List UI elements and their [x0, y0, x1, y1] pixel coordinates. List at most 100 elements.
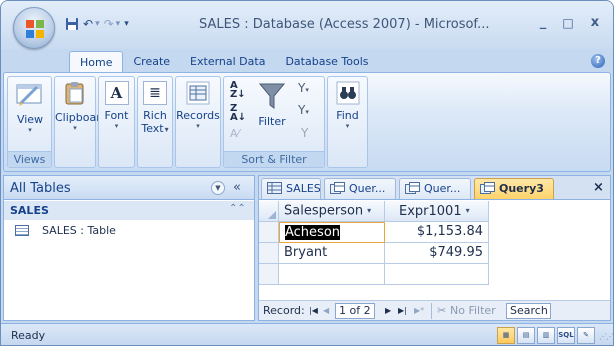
record-label: Record:: [263, 304, 305, 317]
shutter-bar-close-icon[interactable]: «: [233, 180, 241, 195]
chevron-down-icon: ▾: [345, 122, 350, 130]
views-group: View ▾ Views: [7, 76, 52, 168]
toggle-filter-icon[interactable]: Y: [301, 126, 308, 140]
records-label: Records: [176, 109, 220, 122]
clipboard-icon: [65, 82, 84, 105]
cell-expr1001[interactable]: $1,153.84: [385, 222, 489, 243]
column-header-label: Salesperson: [284, 203, 364, 219]
font-button[interactable]: A Font ▾: [99, 81, 134, 131]
sort-filter-group: A Z↓ Z A↓ A⁄ Filter Y▾ Y▾ Y Sort & Filter: [223, 76, 325, 168]
doc-tab-sales[interactable]: SALES: [261, 178, 321, 199]
doc-tab-query2[interactable]: Quer...: [399, 178, 471, 199]
ribbon: View ▾ Views Clipboard ▾ A Font ▾ ≣ Rich…: [3, 72, 611, 172]
filter-button[interactable]: Filter: [250, 81, 294, 128]
doc-tab-label: SALES: [286, 182, 321, 195]
close-document-icon[interactable]: ×: [593, 180, 604, 195]
chevron-down-icon: ▾: [28, 126, 32, 134]
cell-salesperson[interactable]: Acheson: [279, 222, 385, 243]
selection-filter-icon[interactable]: Y▾: [298, 81, 309, 95]
separator: [431, 303, 432, 319]
help-icon[interactable]: ?: [591, 54, 605, 68]
font-label: Font: [104, 109, 129, 122]
current-record-field[interactable]: 1 of 2: [335, 303, 375, 319]
resize-grip-icon[interactable]: ⋰⋰: [599, 332, 613, 341]
filter-icon: [258, 83, 286, 109]
office-button[interactable]: [13, 7, 55, 49]
advanced-filter-icon[interactable]: Y▾: [298, 103, 309, 117]
rich-text-label-2: Text: [141, 122, 164, 135]
next-record-icon[interactable]: ▶: [385, 306, 391, 315]
undo-icon[interactable]: ↶: [83, 15, 93, 33]
binoculars-icon: [336, 81, 359, 105]
collapse-icon[interactable]: ⌃⌃: [229, 203, 246, 214]
close-button[interactable]: x: [586, 15, 604, 31]
row-selector[interactable]: [259, 222, 279, 243]
cell-new-record[interactable]: [279, 264, 385, 285]
tab-home[interactable]: Home: [69, 51, 124, 73]
document-area: SALES Quer... Quer... Query3 × Salespers…: [258, 175, 611, 321]
filter-label: Filter: [258, 115, 286, 128]
view-label: View: [16, 113, 44, 126]
sort-ascending-icon[interactable]: A Z↓: [230, 81, 246, 100]
doc-tab-query3[interactable]: Query3: [474, 178, 554, 199]
doc-tab-label: Query3: [499, 182, 544, 195]
find-label: Find: [336, 109, 359, 122]
view-button[interactable]: View ▾: [10, 81, 50, 135]
search-input[interactable]: Search: [506, 303, 551, 319]
nav-item-sales-table[interactable]: SALES : Table: [4, 221, 254, 241]
views-group-label: Views: [8, 151, 51, 167]
nav-group-sales[interactable]: SALES ⌃⌃: [4, 201, 254, 220]
table-icon: [15, 225, 29, 236]
tab-create[interactable]: Create: [123, 51, 180, 73]
pivottable-icon[interactable]: ▤: [517, 327, 535, 344]
records-icon: [186, 81, 210, 105]
undo-dropdown-icon[interactable]: ▾: [95, 19, 100, 29]
column-dropdown-icon[interactable]: ▾: [367, 206, 371, 215]
row-selector[interactable]: [259, 243, 279, 264]
sort-descending-icon[interactable]: Z A↓: [230, 104, 246, 123]
datasheet-view-icon[interactable]: ▦: [497, 327, 515, 344]
clipboard-button[interactable]: Clipboard ▾: [55, 81, 108, 133]
find-button[interactable]: Find ▾: [328, 81, 367, 131]
column-dropdown-icon[interactable]: ▾: [466, 206, 470, 215]
cell-expr1001[interactable]: $749.95: [385, 243, 489, 264]
clipboard-group: Clipboard ▾: [54, 76, 108, 168]
rich-text-button[interactable]: ≣ Rich Text▾: [138, 81, 172, 136]
select-all-corner[interactable]: [259, 201, 279, 222]
sql-view-icon[interactable]: SQL: [557, 327, 575, 344]
query-icon: [330, 182, 345, 194]
previous-record-icon[interactable]: ◀: [323, 306, 329, 315]
records-button[interactable]: Records ▾: [176, 81, 220, 131]
customize-icon[interactable]: ▾: [124, 15, 129, 33]
maximize-button[interactable]: □: [559, 15, 577, 31]
column-header-expr1001[interactable]: Expr1001 ▾: [385, 201, 489, 222]
cell-salesperson[interactable]: Bryant: [279, 243, 385, 264]
first-record-icon[interactable]: |◀: [309, 306, 318, 315]
nav-pane-header[interactable]: All Tables ▼ «: [4, 176, 254, 200]
tab-external-data[interactable]: External Data: [180, 51, 275, 73]
query-icon: [480, 182, 495, 194]
table-row: Bryant $749.95: [259, 243, 610, 264]
nav-group-label: SALES: [10, 204, 49, 217]
access-window: ↶ ▾ ↷ ▾ ▾ SALES : Database (Access 2007)…: [0, 0, 614, 346]
clear-sort-icon[interactable]: A⁄: [230, 127, 239, 140]
pivotchart-icon[interactable]: ▥: [537, 327, 555, 344]
row-selector[interactable]: [259, 264, 279, 285]
doc-tab-query1[interactable]: Quer...: [324, 178, 396, 199]
navigation-pane: All Tables ▼ « SALES ⌃⌃ SALES : Table: [3, 175, 255, 321]
design-view-icon[interactable]: ✎: [577, 327, 595, 344]
query-icon: [405, 182, 420, 194]
filter-status[interactable]: No Filter: [450, 304, 496, 317]
cell-new-record[interactable]: [385, 264, 489, 285]
doc-tab-label: Quer...: [424, 182, 461, 195]
new-record-icon[interactable]: ▶*: [414, 306, 424, 315]
minimize-button[interactable]: _: [534, 15, 552, 31]
tab-database-tools[interactable]: Database Tools: [275, 51, 378, 73]
redo-icon[interactable]: ↷: [104, 15, 114, 33]
nav-pane-dropdown-icon[interactable]: ▼: [211, 181, 225, 195]
redo-dropdown-icon[interactable]: ▾: [116, 19, 121, 29]
column-header-salesperson[interactable]: Salesperson ▾: [279, 201, 385, 222]
no-filter-icon[interactable]: ✂: [437, 304, 446, 317]
save-icon[interactable]: [65, 15, 79, 33]
last-record-icon[interactable]: ▶|: [398, 306, 407, 315]
